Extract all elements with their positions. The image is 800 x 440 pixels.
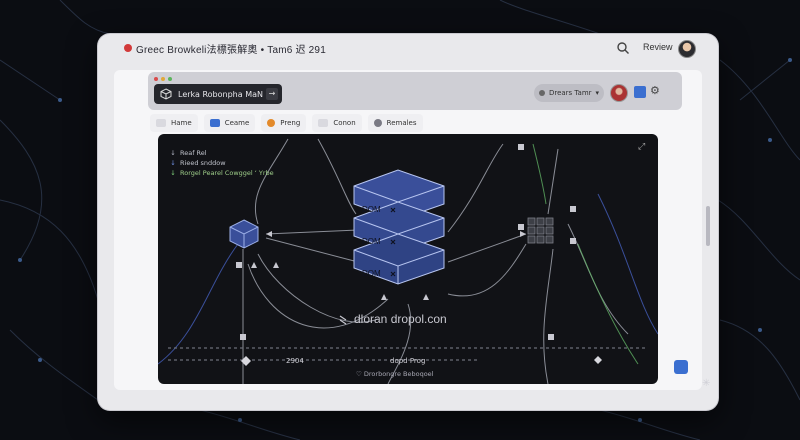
link-line-green (532, 143, 547, 205)
tab-home[interactable]: Hame (150, 114, 198, 132)
sun-icon (267, 119, 276, 127)
link-line (317, 138, 357, 215)
canvas-legend: ↓ Reaf Rel ↓ Rieed snddow ↓ Rorgel Peare… (170, 148, 274, 178)
chat-icon (209, 119, 220, 127)
link-line (447, 233, 527, 263)
diamond-node (594, 356, 602, 364)
link-line (447, 243, 527, 297)
feedback-icon[interactable] (674, 360, 688, 374)
legend-mark: ↓ (170, 169, 176, 177)
arrow-head (273, 262, 279, 268)
close-window-button[interactable] (124, 44, 132, 52)
maximize-dot[interactable] (168, 77, 172, 81)
node-square (518, 224, 524, 230)
legend-text: Rieed snddow (180, 159, 226, 167)
link-line-blue (158, 243, 239, 365)
home-icon (156, 119, 166, 127)
app-title: Lerka Robonpha MaN (178, 89, 263, 99)
window-title: Greec Browkeli法標張解奧 • Tam6 迟 291 (136, 45, 326, 56)
bottom-project-label: dopd Prog (390, 357, 426, 365)
legend-text: Reaf Rel (180, 149, 207, 157)
server-stack-icon: DOM DOM DOM (353, 169, 445, 285)
legend-mark: ↓ (170, 159, 176, 167)
link-line (543, 248, 554, 384)
user-avatar[interactable] (610, 84, 628, 102)
legend-mark: ↓ (170, 149, 176, 157)
footer-text: ♡ Drorbongre Beboqoel (356, 370, 434, 378)
node-square (570, 206, 576, 212)
user-menu[interactable]: Drears Tamr ▾ (534, 84, 604, 102)
tab-label: Remales (386, 119, 417, 127)
link-line-blue (597, 193, 658, 335)
user-label: Drears Tamr (548, 89, 592, 97)
node-square (236, 262, 242, 268)
settings-gear-icon[interactable]: ⚙ (650, 85, 662, 97)
app-title-box[interactable]: Lerka Robonpha MaN → (154, 84, 282, 104)
arrow-head (266, 231, 272, 237)
expand-icon[interactable]: ⤢ (638, 142, 648, 152)
title-bar: Greec Browkeli法標張解奧 • Tam6 迟 291 Review (98, 34, 718, 62)
server-label: DOM (362, 237, 381, 246)
search-icon[interactable] (616, 41, 630, 55)
server-label: DOM (362, 205, 381, 214)
bottom-number: 2904 (286, 357, 304, 365)
tab-label: Preng (280, 119, 301, 127)
browser-window: Greec Browkeli法標張解奧 • Tam6 迟 291 Review … (98, 34, 718, 410)
window-controls (154, 77, 172, 81)
notification-icon[interactable] (634, 86, 646, 98)
tab-label: Ceame (224, 119, 250, 127)
link-line (265, 237, 359, 263)
arrow-head (251, 262, 257, 268)
node-square (518, 144, 524, 150)
arrow-right-icon[interactable]: → (266, 88, 278, 100)
link-line (547, 148, 559, 215)
folder-icon (318, 119, 329, 127)
tab-ceame[interactable]: Ceame (203, 114, 256, 132)
review-button[interactable]: Review (643, 42, 673, 52)
link-line (265, 229, 359, 235)
scrollbar-thumb[interactable] (706, 206, 710, 246)
small-cube-icon (229, 219, 259, 249)
node-square (240, 334, 246, 340)
avatar[interactable] (678, 40, 696, 58)
tab-label: Hame (171, 119, 192, 127)
tab-label: Conon (333, 119, 356, 127)
cube-icon (160, 88, 172, 100)
person-icon (373, 119, 382, 127)
legend-item: ↓ Reaf Rel (170, 148, 274, 158)
arrow-head (423, 294, 429, 300)
close-dot[interactable] (154, 77, 158, 81)
grid-node-icon (527, 217, 554, 244)
legend-text: Rorgel Pearel Cowggel ‘ Yrbe (180, 169, 274, 177)
graph-canvas[interactable]: DOM DOM DOM ↓ Reaf Rel ↓ Rieed snddow ↓ … (158, 134, 658, 384)
tab-preng[interactable]: Preng (261, 114, 307, 132)
domain-text: dloran dropol.con (354, 312, 447, 326)
link-line (447, 143, 504, 233)
sparkle-icon: ✳ (702, 378, 711, 389)
arrow-head (381, 294, 387, 300)
tab-bar: Hame Ceame Preng Conon Remales (150, 114, 423, 132)
legend-item: ↓ Rorgel Pearel Cowggel ‘ Yrbe (170, 168, 274, 178)
node-square (548, 334, 554, 340)
app-screen: Lerka Robonpha MaN → Drears Tamr ▾ ⚙ Ham… (114, 70, 702, 390)
node-square (570, 238, 576, 244)
app-header: Lerka Robonpha MaN → Drears Tamr ▾ ⚙ (148, 72, 682, 110)
server-label: DOM (362, 269, 381, 278)
arrow-head (520, 231, 526, 237)
tab-remales[interactable]: Remales (367, 114, 423, 132)
minimize-dot[interactable] (161, 77, 165, 81)
gear-small-icon (538, 90, 545, 96)
tab-conon[interactable]: Conon (312, 114, 362, 132)
legend-item: ↓ Rieed snddow (170, 158, 274, 168)
link-line-green (577, 243, 639, 365)
chevron-down-icon: ▾ (595, 89, 600, 97)
